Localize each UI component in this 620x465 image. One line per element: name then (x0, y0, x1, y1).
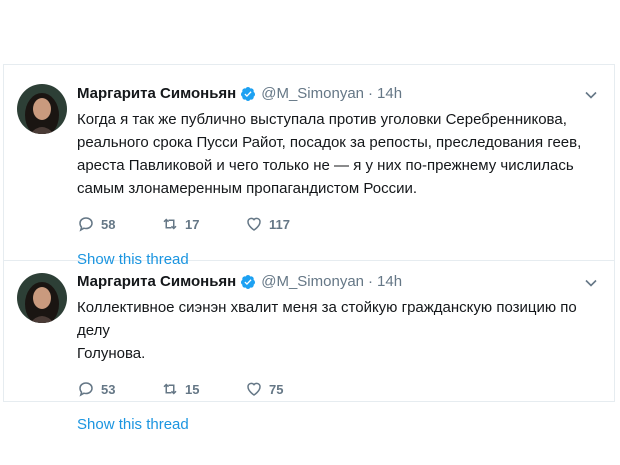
author-name[interactable]: Маргарита Симоньян (77, 272, 236, 292)
reply-count: 53 (101, 381, 116, 397)
tweet-text: Когда я так же публично выступала против… (77, 108, 600, 200)
author-handle[interactable]: @M_Simonyan (261, 84, 364, 104)
tweet-header: Маргарита Симоньян @M_Simonyan · 14h (77, 272, 600, 292)
show-thread-link[interactable]: Show this thread (77, 415, 600, 435)
tweet-header: Маргарита Симоньян @M_Simonyan · 14h (77, 84, 600, 104)
tweet-text-line: Коллективное сиэнэн хвалит меня за стойк… (77, 299, 577, 339)
chevron-down-icon[interactable] (584, 276, 598, 290)
author-name[interactable]: Маргарита Симоньян (77, 84, 236, 104)
reply-button[interactable]: 53 (77, 380, 161, 398)
avatar[interactable] (17, 273, 67, 323)
timestamp[interactable]: 14h (377, 84, 402, 104)
reply-button[interactable]: 58 (77, 215, 161, 233)
reply-icon (79, 382, 93, 397)
like-count: 117 (269, 216, 290, 232)
reply-count: 58 (101, 216, 116, 232)
retweet-icon (163, 218, 177, 230)
tweet-text-line: Голунова. (77, 345, 146, 362)
like-count: 75 (269, 381, 284, 397)
separator-dot: · (368, 273, 374, 290)
tweet[interactable]: Маргарита Симоньян @M_Simonyan · 14h Ког… (4, 65, 614, 268)
like-button[interactable]: 75 (245, 380, 329, 398)
retweet-count: 15 (185, 381, 200, 397)
timestamp[interactable]: 14h (377, 272, 402, 292)
verified-badge-icon (240, 86, 256, 102)
reply-icon (79, 217, 93, 232)
retweet-count: 17 (185, 216, 200, 232)
retweet-button[interactable]: 15 (161, 380, 245, 398)
tweet-actions: 53 15 75 (77, 379, 600, 399)
like-icon (247, 217, 261, 231)
author-handle[interactable]: @M_Simonyan (261, 272, 364, 292)
like-icon (247, 382, 261, 396)
verified-badge-icon (240, 274, 256, 290)
tweet-text-line: самым злонамеренным пропагандистом Росси… (77, 180, 417, 197)
chevron-down-icon[interactable] (584, 88, 598, 102)
tweet[interactable]: Маргарита Симоньян @M_Simonyan · 14h Кол… (4, 261, 614, 433)
timeline: Маргарита Симоньян @M_Simonyan · 14h Ког… (3, 64, 615, 433)
like-button[interactable]: 117 (245, 215, 329, 233)
separator-dot: · (368, 85, 374, 102)
tweet-text-line: ареста Павликовой и чего только не — я у… (77, 157, 574, 174)
retweet-icon (163, 383, 177, 395)
tweet-text-line: реального срока Пусси Райот, посадок за … (77, 134, 582, 151)
tweet-actions: 58 17 117 (77, 214, 600, 234)
retweet-button[interactable]: 17 (161, 215, 245, 233)
avatar-image (17, 273, 67, 323)
tweet-text: Коллективное сиэнэн хвалит меня за стойк… (77, 296, 600, 365)
tweet-text-line: Когда я так же публично выступала против… (77, 111, 567, 128)
avatar-image (17, 84, 67, 134)
avatar[interactable] (17, 84, 67, 134)
